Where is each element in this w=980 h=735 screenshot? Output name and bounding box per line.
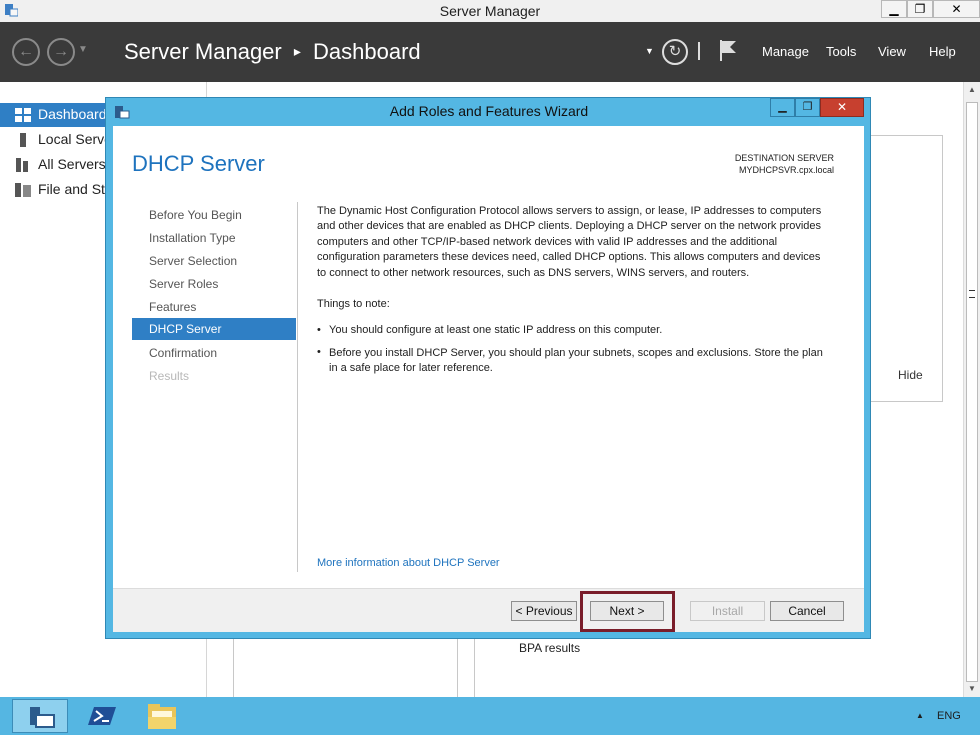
cancel-button[interactable]: Cancel <box>770 601 844 621</box>
wizard-maximize-button[interactable]: ❐ <box>795 98 820 117</box>
wizard-step-results: Results <box>149 369 190 383</box>
scroll-up-icon[interactable]: ▲ <box>968 85 976 94</box>
history-dropdown-icon[interactable]: ▼ <box>78 44 88 55</box>
header-divider <box>698 42 700 60</box>
description-line: computers and other TCP/IP-based network… <box>317 235 778 248</box>
breadcrumb-app: Server Manager <box>124 39 282 64</box>
destination-server-name: MYDHCPSVR.cpx.local <box>738 165 834 175</box>
nav-item-file-storage[interactable]: File and Storage Services <box>0 178 105 202</box>
wizard-step-installation-type[interactable]: Installation Type <box>149 231 236 245</box>
bullet-icon: • <box>317 324 321 336</box>
note-plan-subnets: Before you install DHCP Server, you shou… <box>329 346 849 376</box>
nav-item-all-servers[interactable]: All Servers <box>0 153 105 177</box>
servers-icon <box>15 158 31 172</box>
scrollbar-thumb[interactable] <box>966 102 978 682</box>
next-button[interactable]: Next > <box>590 601 664 621</box>
refresh-dropdown-icon[interactable]: ▼ <box>645 46 654 56</box>
back-arrow-icon[interactable]: ← <box>12 38 40 66</box>
dhcp-description: The Dynamic Host Configuration Protocol … <box>317 204 847 281</box>
app-header: ← → ▼ Server Manager ▸ Dashboard ▼ ↻ Man… <box>0 22 980 82</box>
server-icon <box>15 133 31 147</box>
tray-arrow-icon[interactable]: ▲ <box>916 711 924 720</box>
wizard-page-title: DHCP Server <box>132 151 265 176</box>
taskbar: ▲ ENG <box>0 697 980 735</box>
file-explorer-icon[interactable] <box>146 701 178 731</box>
wizard-step-server-roles[interactable]: Server Roles <box>149 277 218 291</box>
grip-icon <box>969 290 975 298</box>
bullet-icon: • <box>317 346 321 358</box>
language-indicator[interactable]: ENG <box>937 710 961 722</box>
wizard-minimize-button[interactable]: ▁ <box>770 98 795 117</box>
window-titlebar: Server Manager ▁ ❐ ✕ <box>0 0 980 23</box>
nav-item-label: Dashboard <box>38 106 105 122</box>
scroll-down-icon[interactable]: ▼ <box>968 684 976 693</box>
tile-border <box>474 639 475 697</box>
wizard-step-features[interactable]: Features <box>149 300 196 314</box>
wizard-step-label: DHCP Server <box>149 322 222 336</box>
nav-item-label: All Servers <box>38 156 105 172</box>
notes-heading: Things to note: <box>317 298 390 310</box>
description-line: configuration parameters these devices n… <box>317 251 821 264</box>
breadcrumb: Server Manager ▸ Dashboard <box>124 39 421 65</box>
wizard-step-before-you-begin[interactable]: Before You Begin <box>149 208 242 222</box>
nav-item-label: File and Storage Services <box>38 181 105 197</box>
forward-arrow-icon[interactable]: → <box>47 38 75 66</box>
server-manager-taskbar-icon <box>30 707 55 728</box>
tile-border <box>233 639 234 697</box>
minimize-button[interactable]: ▁ <box>881 0 907 18</box>
bpa-results-label[interactable]: BPA results <box>519 641 580 655</box>
welcome-tile: Hide <box>862 135 943 402</box>
tile-border <box>457 639 458 697</box>
description-line: to connect to other network resources, s… <box>317 266 750 279</box>
add-roles-wizard-dialog: Add Roles and Features Wizard ▁ ❐ ✕ DHCP… <box>105 97 871 639</box>
note-static-ip: You should configure at least one static… <box>329 324 663 336</box>
destination-server-label: DESTINATION SERVER <box>734 153 834 163</box>
refresh-icon[interactable]: ↻ <box>662 39 688 65</box>
window-title: Server Manager <box>439 3 541 19</box>
menu-view[interactable]: View <box>878 44 906 59</box>
vertical-scrollbar[interactable]: ▲ ▼ <box>963 82 980 697</box>
close-button[interactable]: ✕ <box>933 0 980 18</box>
wizard-content: DHCP Server DESTINATION SERVER MYDHCPSVR… <box>113 126 864 632</box>
dashboard-icon <box>15 108 31 122</box>
note-line: in a safe place for later reference. <box>329 362 493 374</box>
nav-item-dashboard[interactable]: Dashboard <box>0 103 105 127</box>
storage-icon <box>15 183 31 197</box>
powershell-icon[interactable] <box>88 701 118 731</box>
menu-tools[interactable]: Tools <box>826 44 856 59</box>
install-button: Install <box>690 601 765 621</box>
nav-item-label: Local Server <box>38 131 105 147</box>
menu-help[interactable]: Help <box>929 44 956 59</box>
breadcrumb-page: Dashboard <box>313 39 421 64</box>
steps-divider <box>297 202 298 572</box>
wizard-close-button[interactable]: ✕ <box>820 98 864 117</box>
wizard-step-dhcp-server[interactable]: DHCP Server <box>132 318 296 340</box>
wizard-title: Add Roles and Features Wizard <box>389 103 589 119</box>
description-line: and other devices that are enabled as DH… <box>317 220 822 233</box>
description-line: The Dynamic Host Configuration Protocol … <box>317 205 822 217</box>
restore-button[interactable]: ❐ <box>907 0 933 18</box>
taskbar-server-manager-button[interactable] <box>12 699 68 733</box>
destination-server-info: DESTINATION SERVER MYDHCPSVR.cpx.local <box>735 152 834 176</box>
breadcrumb-separator-icon: ▸ <box>293 43 301 59</box>
notifications-flag-icon[interactable] <box>718 38 738 62</box>
wizard-step-server-selection[interactable]: Server Selection <box>149 254 237 268</box>
nav-item-local-server[interactable]: Local Server <box>0 128 105 152</box>
menu-manage[interactable]: Manage <box>762 44 809 59</box>
hide-link[interactable]: Hide <box>898 368 923 382</box>
note-line: Before you install DHCP Server, you shou… <box>329 347 823 359</box>
previous-button[interactable]: < Previous <box>511 601 577 621</box>
wizard-step-confirmation[interactable]: Confirmation <box>149 346 217 360</box>
more-info-dhcp-link[interactable]: More information about DHCP Server <box>317 557 500 569</box>
